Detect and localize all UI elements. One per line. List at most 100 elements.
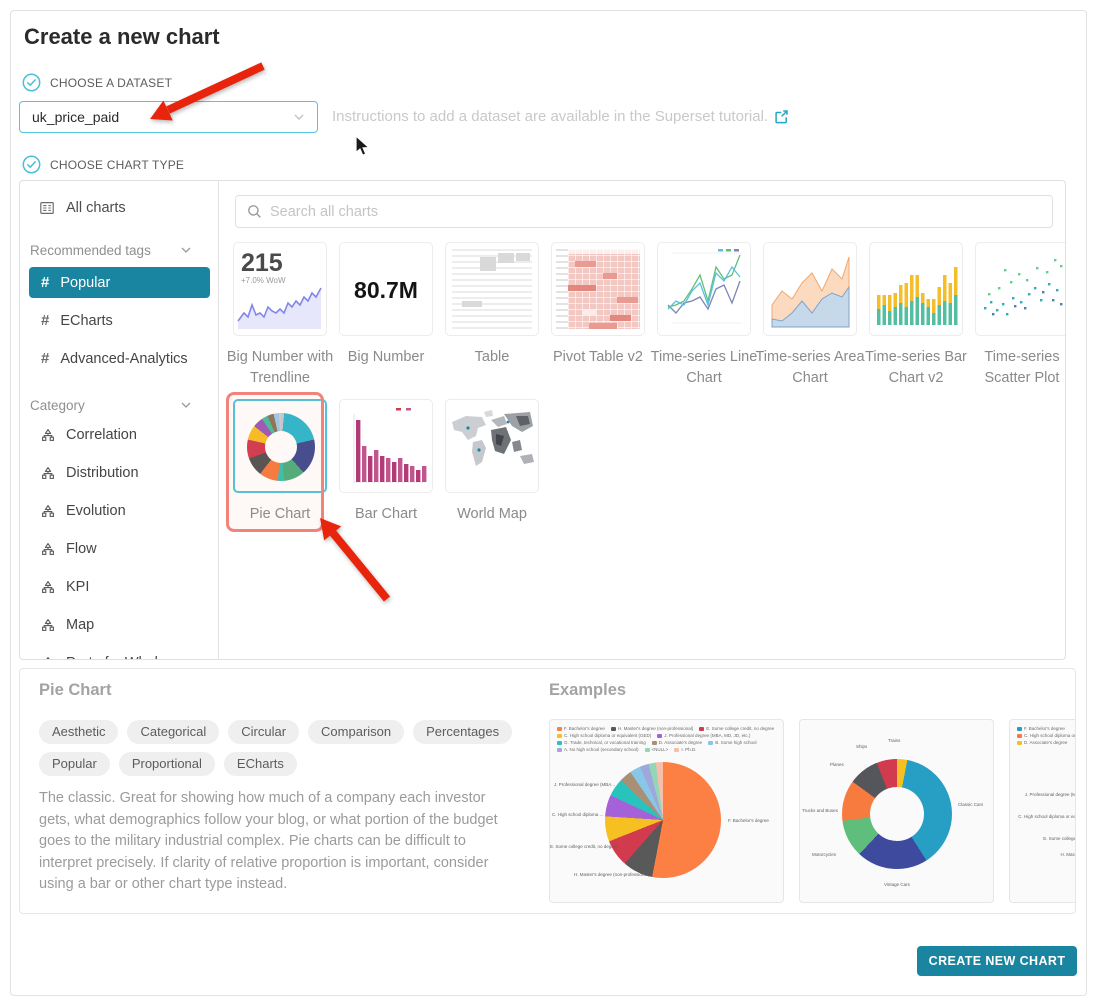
pie-callout: C. High school diploma or eq (1014, 814, 1076, 819)
advanced-analytics-label: Advanced-Analytics (60, 351, 187, 367)
example2-donut (842, 759, 952, 869)
chart-detail-panel: Pie Chart AestheticCategoricalCircularCo… (19, 668, 1076, 914)
example3-legend: F. Bachelor's degreeC. High school diplo… (1017, 726, 1076, 745)
step-complete-check-icon (22, 155, 41, 174)
sitemap-icon (41, 542, 55, 556)
legend-item: H. Master's degree (non-professional) (611, 726, 693, 731)
sidebar-category-item[interactable]: Distribution (29, 457, 210, 488)
external-link-icon[interactable] (774, 109, 789, 124)
big-number-thumb: 80.7M (339, 242, 433, 336)
category-list: Correlation Distribution (20, 419, 218, 660)
tag-pill: Percentages (413, 720, 512, 744)
chart-type-browser: All charts Recommended tags # Popular # … (19, 180, 1066, 660)
chart-card-label: Table (435, 347, 549, 368)
category-label: Category (30, 398, 85, 413)
chevron-down-icon (293, 111, 305, 123)
create-new-chart-button[interactable]: CREATE NEW CHART (917, 946, 1077, 976)
category-item-label: Evolution (66, 503, 126, 519)
legend-item: A. No high school (secondary school) (557, 747, 639, 752)
category-item-label: KPI (66, 579, 89, 595)
chart-search (235, 195, 1053, 228)
sidebar-category-item[interactable]: KPI (29, 571, 210, 602)
pie-callout: J. Professional degree (M (1014, 792, 1076, 797)
tag-pill: Proportional (119, 752, 215, 776)
legend-item: F. Bachelor's degree (557, 726, 605, 731)
world-map-thumb (445, 399, 539, 493)
chart-card-pie[interactable]: Pie Chart (233, 399, 327, 525)
pie-thumb-donut (247, 413, 315, 481)
chart-type-sidebar: All charts Recommended tags # Popular # … (20, 181, 219, 660)
tag-pill: Circular (228, 720, 299, 744)
big-number-trendline-delta: +7.0% WoW (241, 276, 286, 285)
dataset-select[interactable]: uk_price_paid (19, 101, 318, 133)
chart-card-big-number[interactable]: 80.7M Big Number (339, 242, 433, 389)
chart-card-ts-line[interactable]: Time-series Line Chart (657, 242, 751, 389)
hash-icon: # (41, 350, 49, 367)
chart-card-label: Time-series Line Chart (647, 347, 761, 389)
search-input[interactable] (270, 204, 1041, 220)
chart-card-world-map[interactable]: World Map (445, 399, 539, 525)
sitemap-icon (41, 580, 55, 594)
legend-item: G. Trade, technical, or vocational train… (557, 740, 646, 745)
pie-callout: Ships (856, 744, 867, 749)
chart-card-label: Time-series Scatter Plot (965, 347, 1066, 389)
section-recommended-tags[interactable]: Recommended tags (20, 236, 218, 264)
sidebar-item-all-charts[interactable]: All charts (20, 197, 218, 219)
step-choose-dataset: CHOOSE A DATASET (22, 73, 172, 92)
sidebar-category-item[interactable]: Part of a Whole (29, 647, 210, 660)
pie-callout: Trains (888, 738, 900, 743)
choose-dataset-label: CHOOSE A DATASET (50, 76, 172, 90)
pie-callout: J. Professional degree (MBA... (554, 782, 604, 787)
chart-card-ts-bar[interactable]: Time-series Bar Chart v2 (869, 242, 963, 389)
chart-card-ts-scatter[interactable]: Time-series Scatter Plot (975, 242, 1066, 389)
legend-item: I. Ph.D. (674, 747, 696, 752)
hash-icon: # (41, 312, 49, 329)
example1-pie (605, 762, 721, 878)
sidebar-category-item[interactable]: Evolution (29, 495, 210, 526)
dataset-instructions: Instructions to add a dataset are availa… (332, 108, 789, 125)
legend-item: C. High school diploma or equivalent (GE… (557, 733, 651, 738)
pivot-table-thumb (551, 242, 645, 336)
sidebar-item-popular[interactable]: # Popular (29, 267, 210, 298)
recommended-tags-label: Recommended tags (30, 243, 151, 258)
sidebar-category-item[interactable]: Map (29, 609, 210, 640)
chart-type-row-2: Pie Chart (233, 399, 539, 525)
dataset-select-value: uk_price_paid (32, 109, 119, 125)
sidebar-category-item[interactable]: Correlation (29, 419, 210, 450)
sidebar-item-echarts[interactable]: # ECharts (29, 305, 210, 336)
big-number-trendline-value: 215 (241, 249, 283, 277)
chart-card-label: Pie Chart (223, 504, 337, 525)
pie-callout: E. Some college (1014, 836, 1076, 841)
category-item-label: Correlation (66, 427, 137, 443)
legend-item: C. High school diploma or equivalent (GE… (1017, 733, 1076, 738)
step-choose-chart-type: CHOOSE CHART TYPE (22, 155, 184, 174)
pie-callout: E. Some college credit, no degree (550, 844, 602, 849)
detail-tags: AestheticCategoricalCircularComparisonPe… (39, 720, 519, 776)
step-complete-check-icon (22, 73, 41, 92)
category-item-label: Part of a Whole (66, 655, 166, 661)
chart-card-pivot-table[interactable]: Pivot Table v2 (551, 242, 645, 389)
chevron-down-icon (180, 244, 192, 256)
section-category[interactable]: Category (20, 391, 218, 419)
chart-card-ts-area[interactable]: Time-series Area Chart (763, 242, 857, 389)
pie-callout: H. Master's degree (non-professional) (574, 872, 649, 877)
all-charts-label: All charts (66, 200, 126, 216)
ts-area-thumb (763, 242, 857, 336)
chart-card-label: Pivot Table v2 (541, 347, 655, 368)
pie-callout: Classic Cars (958, 802, 983, 807)
sitemap-icon (41, 618, 55, 632)
chart-card-big-number-trendline[interactable]: 215 +7.0% WoW Big Number with Trendline (233, 242, 327, 389)
page-title: Create a new chart (24, 24, 220, 50)
chart-card-label: Big Number (329, 347, 443, 368)
example-donut-vehicles: Trains Ships Planes Trucks and Buses Mot… (799, 719, 994, 903)
pie-callout: Trucks and Buses (802, 808, 838, 813)
sidebar-category-item[interactable]: Flow (29, 533, 210, 564)
sidebar-item-advanced-analytics[interactable]: # Advanced-Analytics (29, 343, 210, 374)
chart-card-label: Big Number with Trendline (223, 347, 337, 389)
tag-pill: Popular (39, 752, 110, 776)
legend-item: E. Some college credit, no degree (699, 726, 774, 731)
chart-card-table[interactable]: Table (445, 242, 539, 389)
pie-callout: H. Mast (1014, 852, 1076, 857)
legend-item: J. Professional degree (MBA, MD, JD, etc… (657, 733, 750, 738)
chart-card-bar[interactable]: Bar Chart (339, 399, 433, 525)
